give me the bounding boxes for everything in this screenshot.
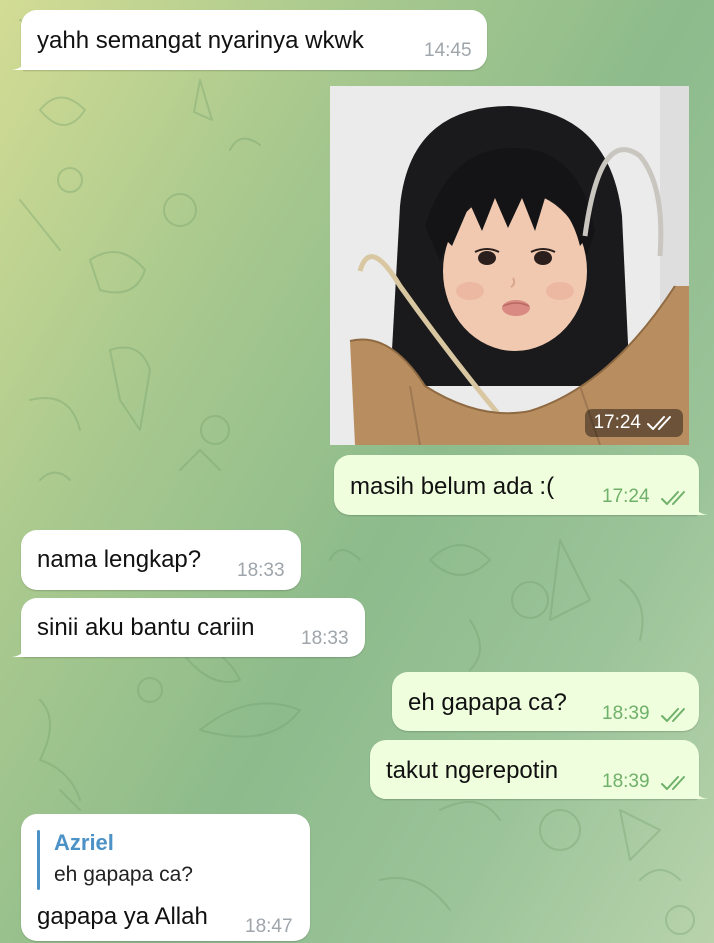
- message-time: 18:39: [602, 771, 650, 792]
- message-bubble-outgoing[interactable]: eh gapapa ca? 18:39: [392, 672, 699, 731]
- double-check-icon: [661, 708, 685, 722]
- message-text: takut ngerepotin: [386, 757, 559, 784]
- message-time: 18:47: [245, 916, 293, 937]
- message-time: 14:45: [424, 40, 472, 61]
- message-bubble-outgoing[interactable]: takut ngerepotin 18:39: [370, 740, 708, 799]
- message-bubble-incoming[interactable]: sinii aku bantu cariin 18:33: [12, 598, 365, 657]
- message-time: 18:33: [237, 560, 285, 581]
- reply-quoted-text[interactable]: eh gapapa ca?: [54, 862, 193, 888]
- message-text: nama lengkap?: [37, 546, 202, 573]
- photo-time-badge: 17:24: [585, 409, 683, 437]
- message-text: gapapa ya Allah: [37, 903, 208, 930]
- message-bubble-incoming[interactable]: yahh semangat nyarinya wkwk 14:45: [12, 10, 487, 70]
- message-time: 17:24: [602, 486, 650, 507]
- bubble-tail: [694, 785, 708, 799]
- message-time: 18:39: [602, 703, 650, 724]
- double-check-icon: [661, 491, 685, 505]
- message-time: 17:24: [593, 412, 641, 433]
- reply-author[interactable]: Azriel: [54, 830, 114, 856]
- double-check-icon: [647, 416, 671, 430]
- message-text: eh gapapa ca?: [408, 689, 567, 716]
- bubble-tail: [12, 643, 26, 657]
- reply-quote-bar: [37, 830, 40, 890]
- message-bubble-incoming-reply[interactable]: Azriel eh gapapa ca? gapapa ya Allah 18:…: [21, 814, 310, 941]
- message-time: 18:33: [301, 628, 349, 649]
- bubble-tail: [694, 501, 708, 515]
- message-bubble-incoming[interactable]: nama lengkap? 18:33: [21, 530, 301, 590]
- message-text: yahh semangat nyarinya wkwk: [37, 27, 364, 54]
- photo-toddler-in-paper-bag: [330, 86, 689, 445]
- message-text: sinii aku bantu cariin: [37, 614, 255, 641]
- photo-message[interactable]: 17:24: [330, 86, 689, 445]
- message-bubble-outgoing[interactable]: masih belum ada :( 17:24: [334, 455, 708, 515]
- message-text: masih belum ada :(: [350, 473, 555, 500]
- double-check-icon: [661, 776, 685, 790]
- bubble-tail: [12, 56, 26, 70]
